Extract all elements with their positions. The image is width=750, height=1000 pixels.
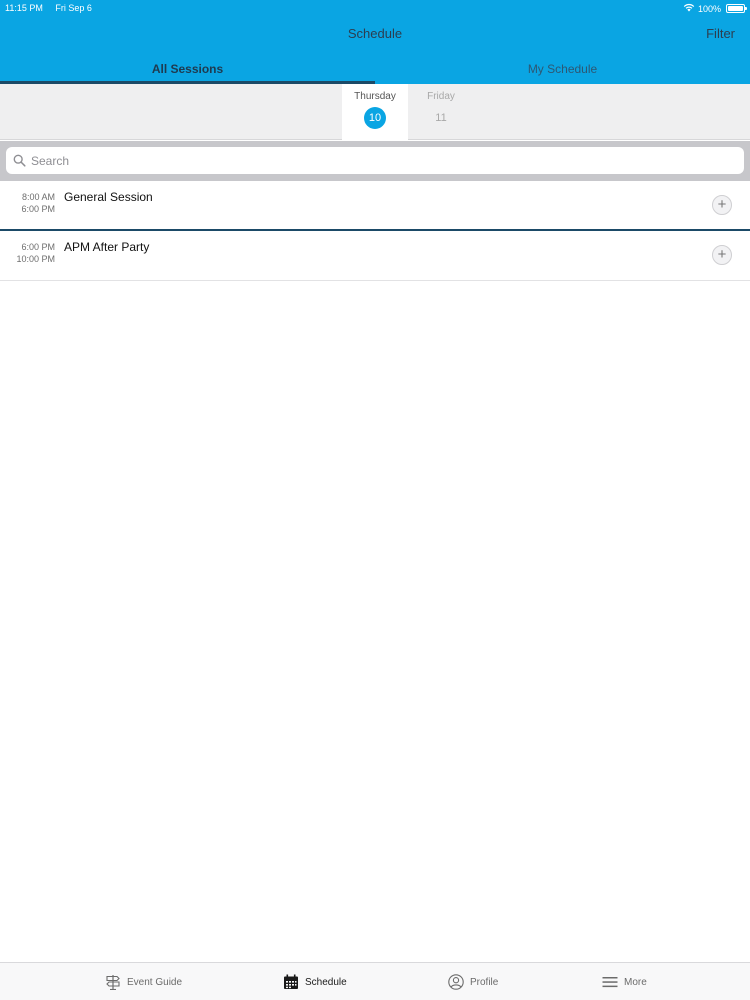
search-icon — [13, 154, 26, 167]
tab-event-guide[interactable]: Event Guide — [105, 972, 182, 992]
session-title: General Session — [64, 190, 153, 204]
tab-schedule[interactable]: Schedule — [283, 972, 347, 992]
row-divider — [0, 280, 750, 281]
day-name: Friday — [427, 91, 455, 102]
tab-my-schedule[interactable]: My Schedule — [375, 55, 750, 84]
status-date: Fri Sep 6 — [55, 3, 92, 13]
wifi-icon — [683, 3, 695, 14]
session-title: APM After Party — [64, 240, 150, 254]
menu-icon — [602, 974, 618, 990]
tab-label: Event Guide — [127, 976, 183, 988]
calendar-icon — [283, 974, 299, 990]
app-header: 11:15 PM Fri Sep 6 100% Schedule Filter … — [0, 0, 750, 84]
tab-bar: Event Guide Schedule Profile More — [0, 962, 750, 1000]
day-thursday[interactable]: Thursday 10 — [342, 84, 408, 140]
session-end-time: 10:00 PM — [16, 254, 55, 264]
tab-label: Profile — [470, 976, 499, 988]
add-session-button[interactable]: + — [712, 245, 732, 265]
session-row[interactable]: 8:00 AM 6:00 PM General Session + — [0, 181, 750, 231]
signpost-icon — [105, 974, 121, 990]
status-bar: 11:15 PM Fri Sep 6 100% — [0, 0, 750, 14]
add-session-button[interactable]: + — [712, 195, 732, 215]
status-time: 11:15 PM — [5, 3, 43, 13]
session-start-time: 6:00 PM — [21, 242, 55, 252]
profile-icon — [448, 974, 464, 990]
tab-label: Schedule — [305, 976, 347, 988]
page-title: Schedule — [347, 26, 403, 41]
day-number: 10 — [364, 107, 386, 129]
day-friday[interactable]: Friday 11 — [408, 84, 474, 140]
session-end-time: 6:00 PM — [21, 204, 55, 214]
session-times: 8:00 AM 6:00 PM — [0, 191, 55, 215]
tab-more[interactable]: More — [602, 972, 647, 992]
search-box — [6, 147, 744, 174]
plus-icon: + — [717, 246, 727, 263]
search-bar — [0, 141, 750, 181]
tab-profile[interactable]: Profile — [448, 972, 498, 992]
plus-icon: + — [717, 196, 727, 213]
filter-button[interactable]: Filter — [706, 26, 735, 41]
schedule-segments: All Sessions My Schedule — [0, 55, 750, 84]
battery-icon — [726, 4, 747, 13]
search-input[interactable] — [31, 153, 721, 168]
session-start-time: 8:00 AM — [21, 192, 55, 202]
tab-label: More — [624, 976, 647, 988]
day-name: Thursday — [354, 91, 396, 102]
date-picker: Thursday 10 Friday 11 — [0, 84, 750, 140]
tab-all-sessions[interactable]: All Sessions — [0, 55, 375, 84]
session-row[interactable]: 6:00 PM 10:00 PM APM After Party + — [0, 231, 750, 281]
battery-percent: 100% — [697, 3, 721, 14]
session-times: 6:00 PM 10:00 PM — [0, 241, 55, 265]
day-number: 11 — [435, 112, 447, 124]
